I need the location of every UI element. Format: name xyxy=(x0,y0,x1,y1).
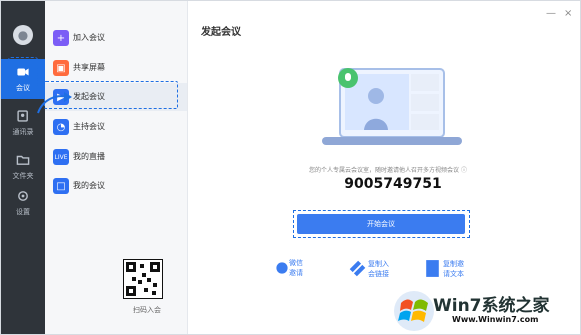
contacts-icon xyxy=(17,110,28,122)
annotation-arrow-icon xyxy=(37,92,72,114)
rail-item-label: 通讯录 xyxy=(12,128,34,136)
rail-item-settings[interactable]: 设置 xyxy=(1,183,45,223)
gear-icon xyxy=(18,191,28,201)
link-icon xyxy=(349,260,366,277)
qr-code-icon xyxy=(126,262,160,296)
page-title: 发起会议 xyxy=(201,27,241,38)
menu-item-my-live[interactable]: LIVE 我的直播 xyxy=(45,143,187,171)
rail-item-label: 设置 xyxy=(16,208,30,216)
menu-item-label: 我的会议 xyxy=(73,181,105,190)
share-screen-icon: ▣ xyxy=(53,60,69,76)
close-button[interactable]: × xyxy=(564,8,572,19)
copy-invite-text-button[interactable]: 复制邀请文本 xyxy=(422,258,464,279)
minimize-button[interactable]: — xyxy=(546,8,556,19)
wechat-invite-label: 微信邀请 xyxy=(289,259,303,277)
document-icon xyxy=(426,260,439,277)
live-icon: LIVE xyxy=(53,149,69,165)
watermark-url: Www.Winwin7.com xyxy=(452,315,539,324)
windows-logo-icon xyxy=(394,291,434,331)
menu-item-label: 加入会议 xyxy=(73,33,105,42)
start-meeting-button[interactable]: 开始会议 xyxy=(297,214,465,234)
menu-item-my-meetings[interactable]: □ 我的会议 xyxy=(45,172,187,200)
meeting-menu: + 加入会议 ▣ 共享屏幕 ▶ 发起会议 ◔ 主持会议 LIVE 我的直播 □ … xyxy=(45,1,188,334)
avatar[interactable]: ● xyxy=(13,25,33,45)
copy-invite-text-label: 复制邀请文本 xyxy=(443,259,464,278)
copy-link-label: 复制入会链接 xyxy=(368,259,389,278)
folder-icon xyxy=(16,155,30,165)
plus-icon: + xyxy=(53,30,69,46)
menu-item-join-meeting[interactable]: + 加入会议 xyxy=(45,24,187,52)
calendar-icon: □ xyxy=(53,178,69,194)
menu-item-label: 共享屏幕 xyxy=(73,63,105,72)
wechat-invite-link[interactable]: 微信邀请 xyxy=(275,258,303,278)
meeting-illustration xyxy=(322,68,462,145)
rail-item-label: 文件夹 xyxy=(12,172,34,180)
menu-item-label: 我的直播 xyxy=(73,152,105,161)
wechat-icon xyxy=(276,262,288,274)
left-navigation-rail: ● 会议 通讯录 文件夹 设置 xyxy=(1,1,45,334)
menu-item-label: 主持会议 xyxy=(73,122,105,131)
meeting-id: 9005749751 xyxy=(344,176,442,192)
rail-item-folder[interactable]: 文件夹 xyxy=(1,147,45,187)
room-description: 您的个人专属云会议室，随时邀请他人召开多方视频会议 ⓘ xyxy=(309,167,467,174)
copy-link-button[interactable]: 复制入会链接 xyxy=(347,258,389,279)
qr-label: 扫码入会 xyxy=(133,306,161,314)
qr-code[interactable] xyxy=(123,259,163,299)
app-window: ● 会议 通讯录 文件夹 设置 + 加入会议 ▣ 共享屏幕 ▶ 发起会议 ◔ 主… xyxy=(0,0,581,335)
watermark-brand: Win7系统之家 xyxy=(433,296,550,316)
menu-item-share-screen[interactable]: ▣ 共享屏幕 xyxy=(45,54,187,82)
